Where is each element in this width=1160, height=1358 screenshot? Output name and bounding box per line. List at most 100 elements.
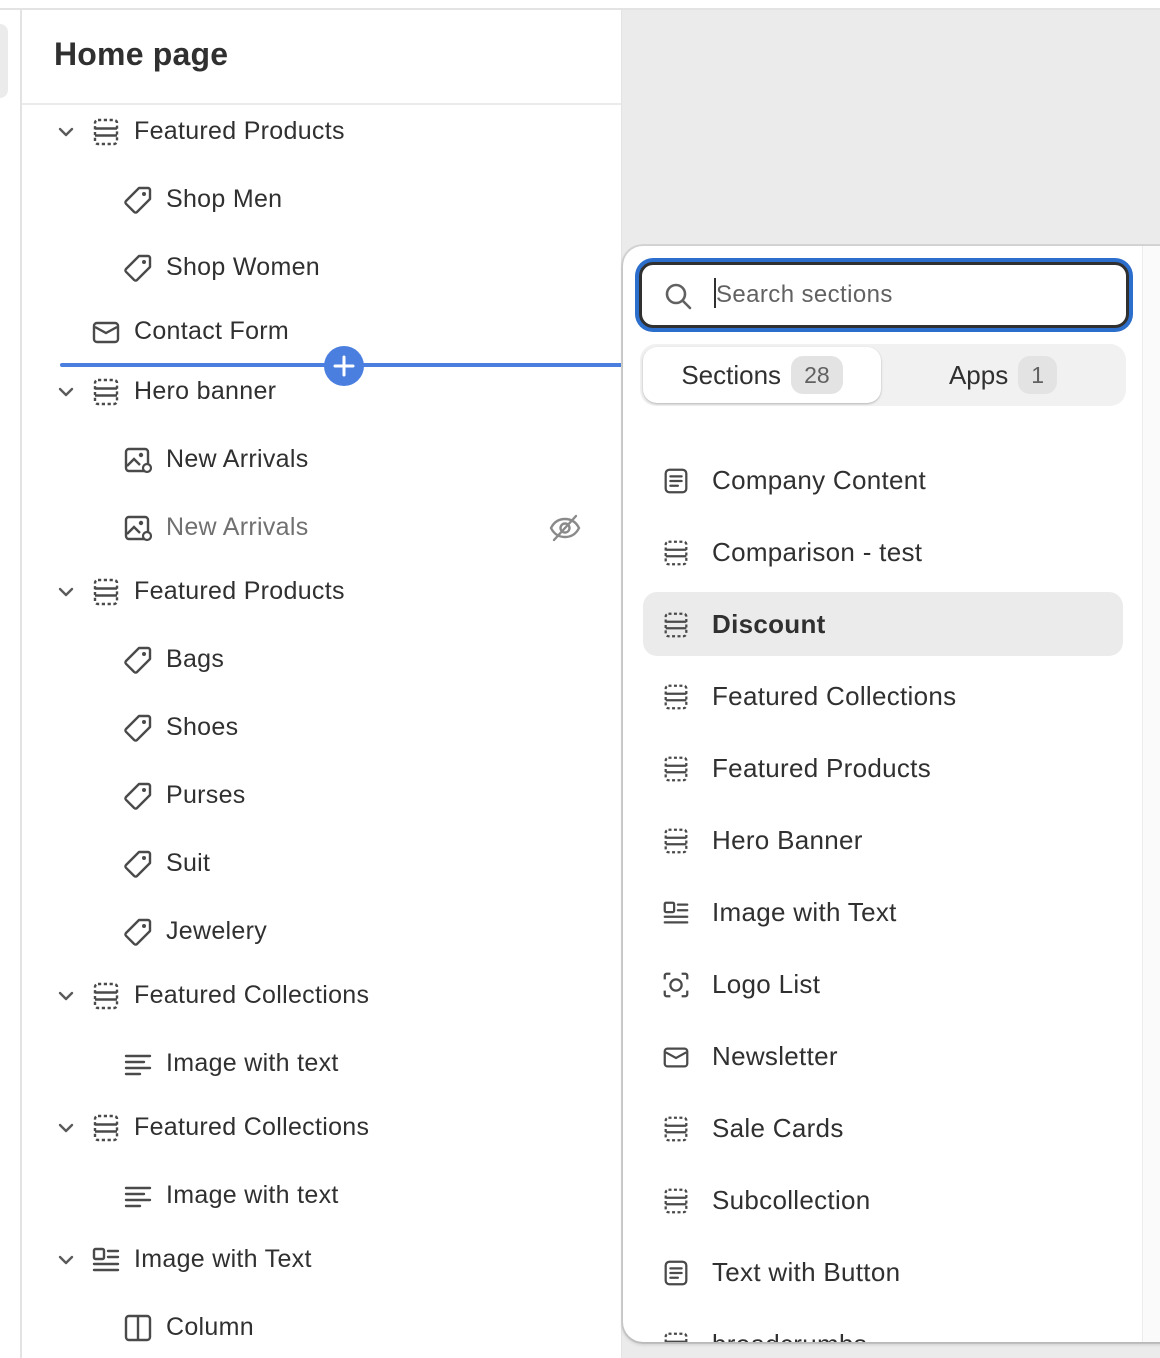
- tab-apps[interactable]: Apps 1: [884, 347, 1122, 403]
- tree-row-label: Featured Products: [134, 577, 345, 605]
- section-option-label: Featured Products: [712, 753, 931, 783]
- section-option[interactable]: Featured Collections: [643, 664, 1123, 728]
- text-block-icon: [664, 1260, 688, 1286]
- section-option[interactable]: Hero Banner: [643, 808, 1123, 872]
- section-option[interactable]: Image with Text: [643, 880, 1123, 944]
- rail-tab[interactable]: [0, 24, 8, 98]
- search-field[interactable]: [639, 262, 1129, 328]
- tree-block-row[interactable]: Suit: [22, 836, 621, 892]
- chevron-down-icon[interactable]: [52, 982, 80, 1010]
- chevron-down-icon[interactable]: [52, 118, 80, 146]
- tree-row-label: Shoes: [166, 713, 239, 741]
- chevron-down-icon[interactable]: [52, 1114, 80, 1142]
- tree-block-row[interactable]: Image with text: [22, 1168, 621, 1224]
- tree-block-row[interactable]: New Arrivals: [22, 500, 621, 556]
- add-section-popover: Sections 28 Apps 1 Company Content Compar…: [623, 246, 1160, 1342]
- chevron-down-icon[interactable]: [52, 378, 80, 406]
- section-option[interactable]: Text with Button: [643, 1240, 1123, 1304]
- section-option[interactable]: Discount: [643, 592, 1123, 656]
- tree-row-label: Image with text: [166, 1181, 339, 1209]
- tree-block-row[interactable]: Jewelery: [22, 904, 621, 960]
- tree-block-row[interactable]: Bags: [22, 632, 621, 688]
- chevron-down-icon[interactable]: [52, 578, 80, 606]
- section-option[interactable]: Company Content: [643, 448, 1123, 512]
- section-icon: [664, 540, 688, 566]
- section-icon: [93, 982, 119, 1010]
- text-align-icon: [124, 1186, 152, 1208]
- section-option-label: Text with Button: [712, 1257, 901, 1287]
- logo-icon: [663, 972, 689, 998]
- tree-section-row[interactable]: Hero banner: [22, 364, 621, 420]
- tree-section-row[interactable]: Contact Form: [22, 304, 621, 360]
- section-option-label: Hero Banner: [712, 825, 863, 855]
- tree-row-label: Column: [166, 1313, 254, 1341]
- tree-block-row[interactable]: Column: [22, 1300, 621, 1356]
- tree-section-row[interactable]: Featured Products: [22, 564, 621, 620]
- tree-block-row[interactable]: Purses: [22, 768, 621, 824]
- section-option-label: breadcrumbs: [712, 1329, 867, 1342]
- picker-tabs: Sections 28 Apps 1: [640, 344, 1126, 406]
- tree-block-row[interactable]: Shop Men: [22, 172, 621, 228]
- text-align-icon: [124, 1054, 152, 1076]
- section-option[interactable]: Sale Cards: [643, 1096, 1123, 1160]
- tree-block-row[interactable]: Shoes: [22, 700, 621, 756]
- tree-block-row[interactable]: New Arrivals: [22, 432, 621, 488]
- section-option-label: Discount: [712, 609, 826, 639]
- add-section-button[interactable]: [324, 346, 364, 386]
- search-input[interactable]: [716, 277, 1106, 313]
- tag-icon: [124, 646, 152, 674]
- tree-row-label: New Arrivals: [166, 513, 309, 541]
- section-icon: [664, 1332, 688, 1342]
- tree-block-row[interactable]: Shop Women: [22, 240, 621, 296]
- tab-sections[interactable]: Sections 28: [643, 347, 881, 403]
- tag-icon: [124, 918, 152, 946]
- section-icon: [93, 578, 119, 606]
- page-title: Home page: [54, 36, 229, 72]
- image-icon: [124, 447, 153, 474]
- tree-row-label: Bags: [166, 645, 225, 673]
- section-option[interactable]: Featured Products: [643, 736, 1123, 800]
- tree-block-row[interactable]: Image with text: [22, 1036, 621, 1092]
- tree-section-row[interactable]: Image with Text: [22, 1232, 621, 1288]
- tab-sections-count: 28: [791, 356, 843, 394]
- section-icon: [664, 828, 688, 854]
- top-border: [0, 0, 1160, 10]
- section-option-label: Company Content: [712, 465, 927, 495]
- tag-icon: [124, 782, 152, 810]
- section-icon: [93, 378, 119, 406]
- column-icon: [124, 1314, 152, 1342]
- scrollbar-track[interactable]: [1142, 246, 1160, 1342]
- tree-section-row[interactable]: Featured Collections: [22, 968, 621, 1024]
- section-icon: [664, 612, 688, 638]
- section-option[interactable]: Logo List: [643, 952, 1123, 1016]
- section-icon: [664, 1188, 688, 1214]
- tree-row-label: Purses: [166, 781, 246, 809]
- tree-row-label: Image with text: [166, 1049, 339, 1077]
- section-icon: [664, 1116, 688, 1142]
- tab-sections-label: Sections: [681, 359, 782, 390]
- tree-row-label: Hero banner: [134, 377, 277, 405]
- tree-section-row[interactable]: Featured Collections: [22, 1100, 621, 1156]
- section-option[interactable]: breadcrumbs: [643, 1312, 1123, 1342]
- sections-panel: Home page Featured Products Shop Men Shop …: [22, 10, 622, 1358]
- text-caret: [714, 278, 716, 308]
- section-icon: [93, 118, 119, 146]
- tab-apps-count: 1: [1018, 356, 1058, 394]
- section-option-label: Featured Collections: [712, 681, 957, 711]
- tree-row-label: Shop Men: [166, 185, 283, 213]
- tree-row-label: Featured Collections: [134, 981, 370, 1009]
- tree-row-label: Jewelery: [166, 917, 268, 945]
- section-option-label: Logo List: [712, 969, 821, 999]
- image-text-icon: [663, 901, 689, 924]
- tab-apps-label: Apps: [948, 359, 1009, 390]
- section-option[interactable]: Newsletter: [643, 1024, 1123, 1088]
- tag-icon: [124, 850, 152, 878]
- section-option-label: Sale Cards: [712, 1113, 844, 1143]
- chevron-down-icon[interactable]: [52, 1246, 80, 1274]
- section-option[interactable]: Comparison - test: [643, 520, 1123, 584]
- tree-row-label: Featured Products: [134, 117, 345, 145]
- section-option[interactable]: Subcollection: [643, 1168, 1123, 1232]
- tree-section-row[interactable]: Featured Products: [22, 104, 621, 160]
- eye-slash-icon[interactable]: [548, 512, 582, 544]
- section-option-label: Subcollection: [712, 1185, 871, 1215]
